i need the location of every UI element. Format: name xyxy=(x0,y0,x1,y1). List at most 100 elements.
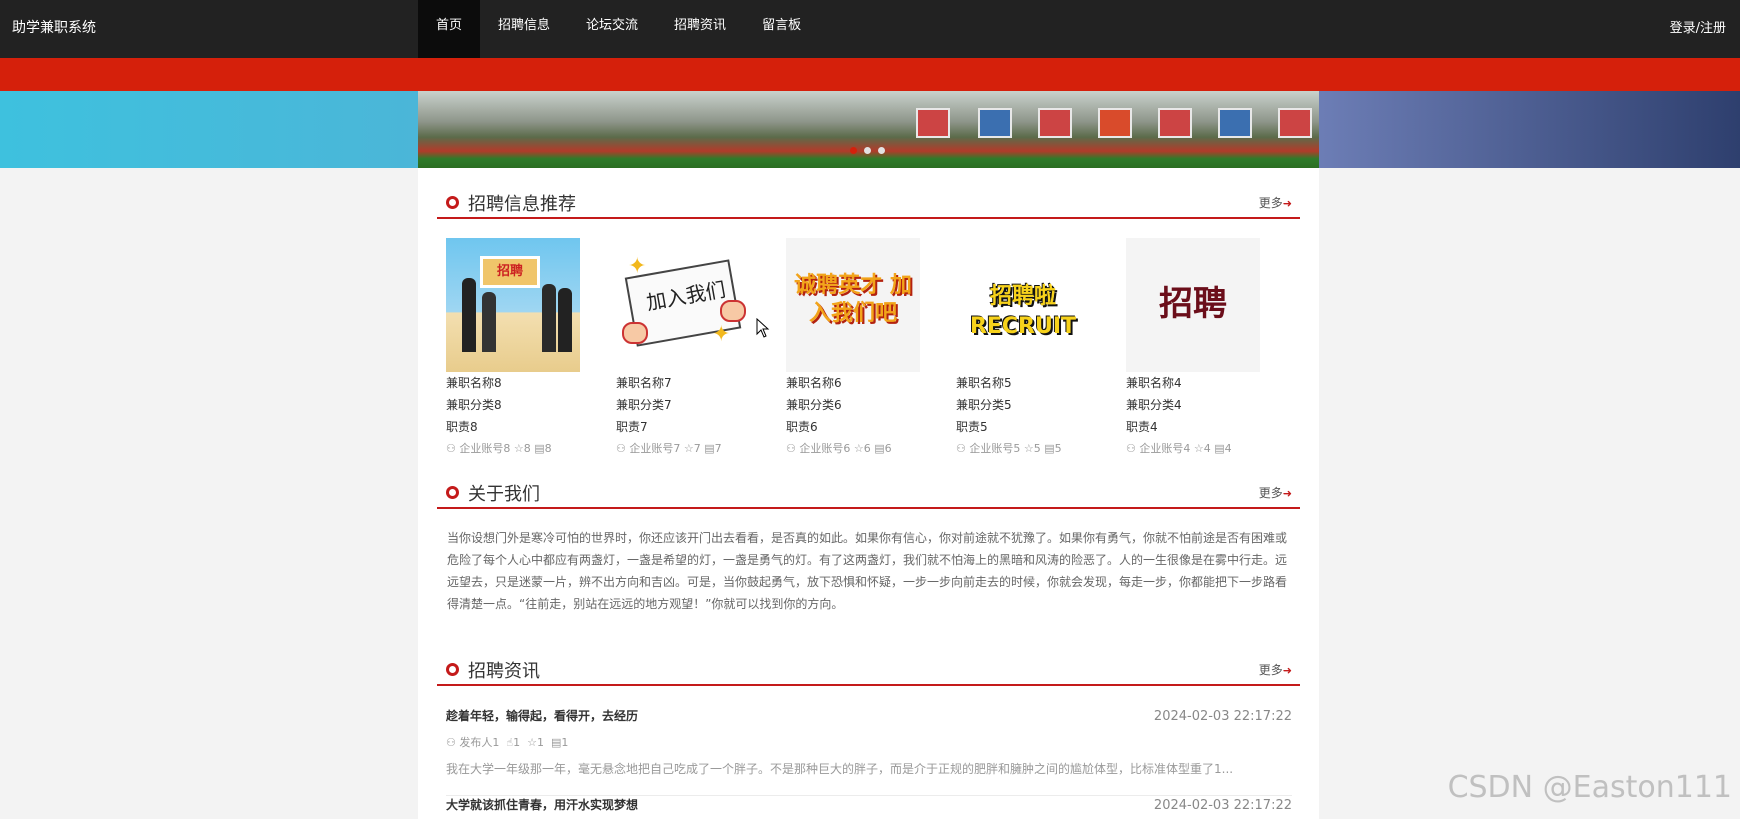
star-icon: ☆ xyxy=(1023,442,1034,455)
arrow-right-icon: ➜ xyxy=(1282,664,1292,677)
user-icon: ⚇ xyxy=(446,736,456,749)
job-name: 兼职名称5 xyxy=(956,376,1012,390)
star-icon: ☆ xyxy=(853,442,864,455)
job-image[interactable]: 招聘啦 RECRUIT xyxy=(956,238,1090,372)
banner-board xyxy=(1158,108,1192,138)
hand-shape xyxy=(720,300,746,322)
main-nav: 首页 招聘信息 论坛交流 招聘资讯 留言板 xyxy=(418,0,819,58)
section-header-news: 招聘资讯 更多➜ xyxy=(437,650,1300,686)
section-header-about: 关于我们 更多➜ xyxy=(437,473,1300,509)
job-image[interactable]: 招聘 xyxy=(446,238,580,372)
more-link[interactable]: 更多➜ xyxy=(1259,661,1292,678)
star-icon: ☆ xyxy=(1193,442,1204,455)
banner-board xyxy=(1098,108,1132,138)
job-image[interactable]: 加入我们 ✦ ✦ xyxy=(616,238,750,372)
user-icon: ⚇ xyxy=(956,442,966,455)
comment-icon: ▤ xyxy=(1044,442,1055,455)
arrow-right-icon: ➜ xyxy=(1282,487,1292,500)
job-duty: 职责4 xyxy=(1126,420,1158,434)
job-category: 兼职分类8 xyxy=(446,398,502,412)
job-name: 兼职名称6 xyxy=(786,376,842,390)
job-duty: 职责7 xyxy=(616,420,648,434)
banner-board xyxy=(978,108,1012,138)
nav-message-board[interactable]: 留言板 xyxy=(744,0,819,58)
site-brand[interactable]: 助学兼职系统 xyxy=(12,17,96,37)
nav-recruit-news[interactable]: 招聘资讯 xyxy=(656,0,744,58)
person-figure xyxy=(542,284,556,352)
more-link[interactable]: 更多➜ xyxy=(1259,194,1292,211)
nav-forum[interactable]: 论坛交流 xyxy=(568,0,656,58)
job-image-label: 诚聘英才 加入我们吧 xyxy=(794,273,912,326)
comment-icon: ▤ xyxy=(704,442,715,455)
sparkle-icon: ✦ xyxy=(712,322,731,347)
banner-board xyxy=(1218,108,1252,138)
job-card[interactable]: 招聘 兼职名称8 兼职分类8 职责8 ⚇ 企业账号8 ☆8 ▤8 xyxy=(446,238,581,456)
carousel-dot-1[interactable] xyxy=(850,147,857,154)
news-time: 2024-02-03 22:17:22 xyxy=(1153,798,1292,813)
job-category: 兼职分类4 xyxy=(1126,398,1182,412)
job-category: 兼职分类5 xyxy=(956,398,1012,412)
news-item[interactable]: 大学就该抓住青春，用汗水实现梦想 2024-02-03 22:17:22 xyxy=(446,796,1292,813)
top-navbar: 助学兼职系统 首页 招聘信息 论坛交流 招聘资讯 留言板 登录/注册 xyxy=(0,0,1740,58)
person-figure xyxy=(482,292,496,352)
carousel-dots xyxy=(850,147,885,154)
circle-bullet-icon xyxy=(446,663,459,676)
banner-carousel[interactable] xyxy=(418,91,1319,168)
news-time: 2024-02-03 22:17:22 xyxy=(1153,709,1292,724)
nav-recruit-info[interactable]: 招聘信息 xyxy=(480,0,568,58)
job-image[interactable]: 招聘 xyxy=(1126,238,1260,372)
comment-icon: ▤ xyxy=(1214,442,1225,455)
user-icon: ⚇ xyxy=(616,442,626,455)
user-icon: ⚇ xyxy=(786,442,796,455)
star-icon: ☆ xyxy=(513,442,524,455)
banner-board xyxy=(1278,108,1312,138)
more-link[interactable]: 更多➜ xyxy=(1259,484,1292,501)
section-title: 招聘信息推荐 xyxy=(468,194,576,215)
job-meta: ⚇ 企业账号6 ☆6 ▤6 xyxy=(786,442,892,455)
job-image-label: 招聘啦 RECRUIT xyxy=(969,284,1077,339)
banner-board xyxy=(1038,108,1072,138)
comment-icon: ▤ xyxy=(874,442,885,455)
job-duty: 职责5 xyxy=(956,420,988,434)
job-meta: ⚇ 企业账号5 ☆5 ▤5 xyxy=(956,442,1062,455)
nav-home[interactable]: 首页 xyxy=(418,0,481,58)
star-icon: ☆ xyxy=(527,736,537,749)
job-image[interactable]: 诚聘英才 加入我们吧 xyxy=(786,238,920,372)
job-name: 兼职名称4 xyxy=(1126,376,1182,390)
job-image-label: 招聘 xyxy=(1159,284,1227,324)
watermark: CSDN @Easton111 xyxy=(1447,770,1732,805)
job-card[interactable]: 招聘 兼职名称4 兼职分类4 职责4 ⚇ 企业账号4 ☆4 ▤4 xyxy=(1126,238,1261,456)
job-meta: ⚇ 企业账号8 ☆8 ▤8 xyxy=(446,442,552,455)
sparkle-icon: ✦ xyxy=(628,254,647,279)
user-icon: ⚇ xyxy=(446,442,456,455)
user-icon: ⚇ xyxy=(1126,442,1136,455)
job-category: 兼职分类7 xyxy=(616,398,672,412)
person-figure xyxy=(558,288,572,352)
job-duty: 职责8 xyxy=(446,420,478,434)
job-name: 兼职名称8 xyxy=(446,376,502,390)
star-icon: ☆ xyxy=(683,442,694,455)
banner-board xyxy=(916,108,950,138)
about-text: 当你设想门外是寒冷可怕的世界时，你还应该开门出去看看，是否真的如此。如果你有信心… xyxy=(447,531,1288,611)
carousel-dot-2[interactable] xyxy=(864,147,871,154)
job-card[interactable]: 诚聘英才 加入我们吧 兼职名称6 兼职分类6 职责6 ⚇ 企业账号6 ☆6 ▤6 xyxy=(786,238,921,456)
job-card[interactable]: 加入我们 ✦ ✦ 兼职名称7 兼职分类7 职责7 ⚇ 企业账号7 ☆7 ▤7 xyxy=(616,238,751,456)
red-accent-bar xyxy=(0,58,1740,91)
carousel-dot-3[interactable] xyxy=(878,147,885,154)
job-duty: 职责6 xyxy=(786,420,818,434)
comment-icon: ▤ xyxy=(550,736,562,749)
login-register-link[interactable]: 登录/注册 xyxy=(1670,17,1726,36)
arrow-right-icon: ➜ xyxy=(1282,197,1292,210)
job-meta: ⚇ 企业账号4 ☆4 ▤4 xyxy=(1126,442,1232,455)
news-item[interactable]: 趁着年轻，输得起，看得开，去经历 2024-02-03 22:17:22 ⚇ 发… xyxy=(446,707,1292,796)
news-summary: 我在大学一年级那一年，毫无悬念地把自己吃成了一个胖子。不是那种巨大的胖子，而是介… xyxy=(446,762,1234,776)
job-image-label: 招聘 xyxy=(480,256,540,288)
main-content: 招聘信息推荐 更多➜ 招聘 兼职名称8 兼职分类8 职责8 ⚇ 企业账号8 ☆8… xyxy=(418,168,1319,819)
section-header-recruit: 招聘信息推荐 更多➜ xyxy=(437,183,1300,219)
job-card[interactable]: 招聘啦 RECRUIT 兼职名称5 兼职分类5 职责5 ⚇ 企业账号5 ☆5 ▤… xyxy=(956,238,1091,456)
job-meta: ⚇ 企业账号7 ☆7 ▤7 xyxy=(616,442,722,455)
section-title: 关于我们 xyxy=(468,484,540,505)
job-category: 兼职分类6 xyxy=(786,398,842,412)
comment-icon: ▤ xyxy=(534,442,545,455)
person-figure xyxy=(462,278,476,352)
